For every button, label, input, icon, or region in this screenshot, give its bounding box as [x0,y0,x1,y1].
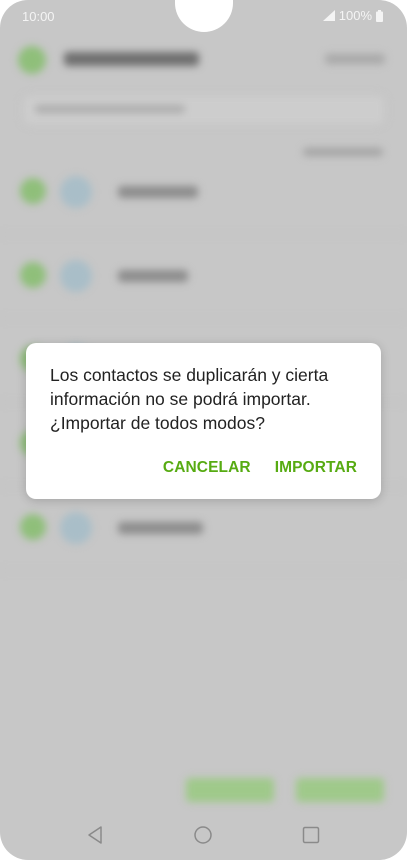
contact-avatar-icon [60,260,92,292]
dialog-message: Los contactos se duplicarán y cierta inf… [50,365,329,433]
select-all-checkbox [18,46,46,74]
status-indicators: 100% [322,8,383,23]
background-search-blurred [22,94,386,126]
recents-icon[interactable] [300,824,322,846]
import-confirmation-dialog: Los contactos se duplicarán y cierta inf… [26,343,381,499]
contact-name-blurred [118,186,198,198]
navigation-bar [0,810,407,860]
background-title-blurred [64,52,199,66]
background-contact-row [0,490,407,571]
status-time: 10:00 [22,9,55,24]
background-button-blurred [296,778,384,802]
contact-avatar-icon [60,512,92,544]
row-checkbox [20,514,46,540]
contact-name-blurred [118,270,188,282]
row-checkbox [20,262,46,288]
back-icon[interactable] [84,824,106,846]
import-button[interactable]: IMPORTAR [275,459,357,477]
contact-avatar-icon [60,176,92,208]
background-contact-row [0,238,407,319]
dialog-actions: CANCELAR IMPORTAR [163,459,357,477]
contact-name-blurred [118,522,203,534]
row-checkbox [20,178,46,204]
background-button-blurred [186,778,274,802]
background-action-blurred [325,54,385,64]
signal-icon [322,10,335,21]
home-icon[interactable] [192,824,214,846]
cancel-button[interactable]: CANCELAR [163,459,251,477]
background-toolbar [0,32,407,92]
battery-icon [376,9,383,22]
background-contact-row [0,154,407,235]
phone-screen: 10:00 100% Los contactos se duplicarán y… [0,0,407,860]
battery-percentage: 100% [338,8,372,23]
